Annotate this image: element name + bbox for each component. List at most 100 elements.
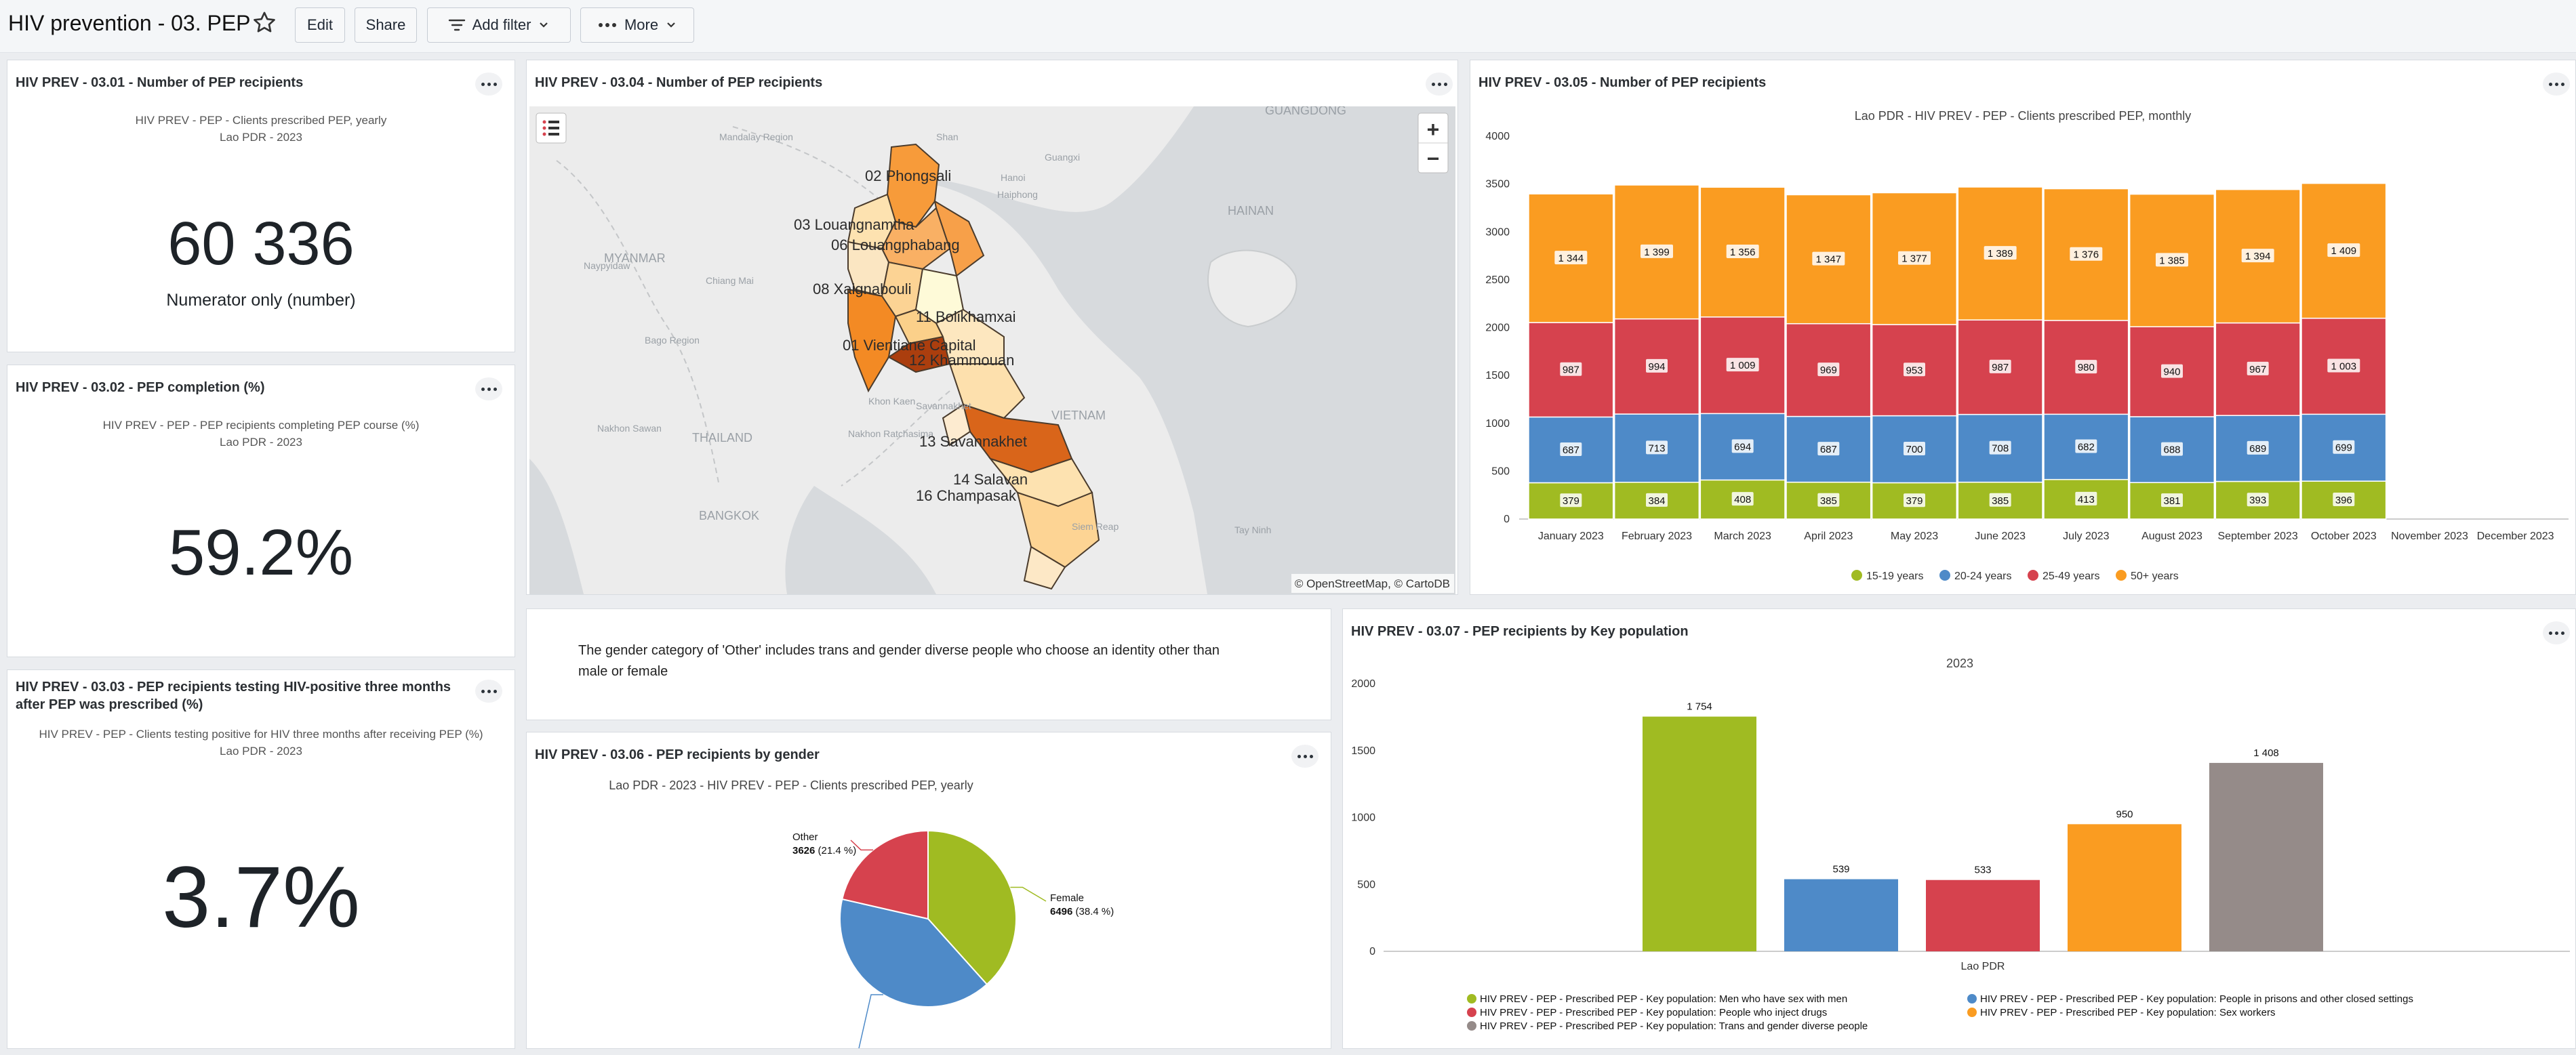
data-label: 408 xyxy=(1734,494,1751,505)
panel-menu-button[interactable] xyxy=(1291,745,1319,768)
data-label: 384 xyxy=(1648,495,1665,507)
map-canvas[interactable]: GUANGDONG Mandalay Region Shan Guangxi Hanoi… xyxy=(529,106,1455,594)
province-label: 16 Champasak xyxy=(916,487,1017,504)
panel-menu-button[interactable] xyxy=(2543,621,2570,644)
pie-label-count: 6496 xyxy=(1050,906,1072,917)
key-population-bar[interactable] xyxy=(2068,824,2181,951)
panel-menu-button[interactable] xyxy=(475,680,502,703)
province-label: 11 Bolikhamxai xyxy=(916,308,1016,325)
data-label: 396 xyxy=(2335,495,2352,506)
key-population-bar[interactable] xyxy=(1784,879,1898,951)
key-population-bar[interactable] xyxy=(2209,762,2323,951)
edit-button[interactable]: Edit xyxy=(295,7,345,43)
x-tick-label: August 2023 xyxy=(2141,531,2202,542)
star-icon[interactable] xyxy=(251,9,278,36)
map-place-label: Savannakhet xyxy=(916,400,971,411)
map-place-label: Tay Ninh xyxy=(1234,524,1271,535)
legend-label[interactable]: HIV PREV - PEP - Prescribed PEP - Key po… xyxy=(1480,1007,1827,1018)
layer-toggle-button[interactable] xyxy=(536,112,567,144)
y-tick-label: 500 xyxy=(1491,466,1510,477)
key-population-bar[interactable] xyxy=(1926,880,2040,951)
data-label: 379 xyxy=(1563,495,1579,507)
legend-swatch xyxy=(1467,1021,1476,1031)
panel-menu-button[interactable] xyxy=(475,73,502,96)
key-population-bar[interactable] xyxy=(1643,716,1756,951)
panel-subtitle: HIV PREV - PEP - PEP recipients completi… xyxy=(102,419,420,432)
zoom-in-button[interactable]: + xyxy=(1427,117,1440,142)
data-label: 687 xyxy=(1563,444,1579,456)
panel-pep-hiv-positive: HIV PREV - 03.03 - PEP recipients testin… xyxy=(7,669,515,1049)
add-filter-button[interactable]: Add filter xyxy=(427,7,571,43)
map-place-label: VIETNAM xyxy=(1051,409,1106,422)
data-label: 987 xyxy=(1563,365,1579,376)
pie-label-pct: (21.4 %) xyxy=(815,845,856,856)
data-label: 689 xyxy=(2249,443,2266,455)
gender-note-line1: The gender category of 'Other' includes … xyxy=(578,643,1220,658)
legend-swatch xyxy=(1851,570,1862,581)
panel-menu-button[interactable] xyxy=(1426,73,1453,96)
data-label: 940 xyxy=(2163,367,2180,378)
data-label: 413 xyxy=(2078,494,2095,505)
map-place-label: BANGKOK xyxy=(699,509,759,522)
legend-label[interactable]: 15-19 years xyxy=(1866,571,1924,582)
data-label: 967 xyxy=(2249,364,2266,375)
data-label: 1 399 xyxy=(1644,247,1670,258)
legend-label[interactable]: 50+ years xyxy=(2131,571,2179,582)
data-label: 1 389 xyxy=(1988,248,2013,260)
province-label: 08 Xaignabouli xyxy=(813,281,912,297)
more-button[interactable]: More xyxy=(580,7,694,43)
key-population-bar-chart: 0 500 1000 1500 2000 1 754 539 533 950 1 408 Lao P… xyxy=(1351,678,2570,1032)
legend-swatch xyxy=(1467,1008,1476,1017)
kpi-caption: Numerator only (number) xyxy=(166,291,356,310)
stacked-bar-chart: 0 500 1000 1500 2000 2500 3000 3500 4000 379 687 98… xyxy=(1485,131,2569,582)
legend-label[interactable]: HIV PREV - PEP - Prescribed PEP - Key po… xyxy=(1980,1007,2275,1018)
data-label: 987 xyxy=(1992,362,2009,373)
share-button-label: Share xyxy=(365,16,406,33)
map-place-label: Mandalay Region xyxy=(719,131,793,142)
map-place-label: GUANGDONG xyxy=(1265,106,1346,117)
legend-label[interactable]: 25-49 years xyxy=(2042,571,2100,582)
y-tick-label: 500 xyxy=(1357,879,1375,890)
y-tick-label: 2000 xyxy=(1351,678,1375,690)
data-label: 950 xyxy=(2116,808,2133,820)
kpi-value: 3.7% xyxy=(162,849,360,946)
y-tick-label: 2000 xyxy=(1485,323,1510,334)
chevron-down-icon xyxy=(540,22,548,28)
data-label: 1 409 xyxy=(2331,245,2357,257)
x-tick-label: July 2023 xyxy=(2063,531,2110,542)
panel-menu-button[interactable] xyxy=(2543,73,2570,96)
province-label: 12 Khammouan xyxy=(909,352,1014,369)
legend-label[interactable]: HIV PREV - PEP - Prescribed PEP - Key po… xyxy=(1480,1020,1868,1032)
data-label: 682 xyxy=(2078,441,2095,453)
panel-subtitle: HIV PREV - PEP - Clients testing positiv… xyxy=(39,728,483,741)
share-button[interactable]: Share xyxy=(355,7,417,43)
data-label: 385 xyxy=(1820,495,1837,507)
gender-pie-chart: Female6496 (38.4 %)Male6812 (40.2 %)Othe… xyxy=(792,829,1114,1048)
legend-swatch xyxy=(1467,994,1476,1004)
x-tick-label: September 2023 xyxy=(2218,531,2298,542)
chevron-down-icon xyxy=(667,22,675,28)
panel-title: HIV PREV - 03.01 - Number of PEP recipie… xyxy=(16,75,304,90)
panel-title-line2: after PEP was prescribed (%) xyxy=(16,697,203,712)
panel-subtitle-period: Lao PDR - 2023 xyxy=(220,745,302,758)
province-label: 14 Salavan xyxy=(953,471,1028,488)
map-place-label: THAILAND xyxy=(692,431,752,444)
panel-pep-map: HIV PREV - 03.04 - Number of PEP recipie… xyxy=(526,60,1458,595)
gender-note-line2: male or female xyxy=(578,664,668,679)
kpi-value: 59.2% xyxy=(168,516,354,589)
data-label: 1 394 xyxy=(2245,251,2271,262)
data-label: 379 xyxy=(1906,495,1923,507)
pie-leader-line xyxy=(1010,886,1047,902)
edit-button-label: Edit xyxy=(307,16,333,33)
pie-label-value: 3626 (21.4 %) xyxy=(792,845,856,856)
zoom-out-button[interactable]: − xyxy=(1427,146,1440,171)
legend-label[interactable]: HIV PREV - PEP - Prescribed PEP - Key po… xyxy=(1480,993,1847,1005)
data-label: 539 xyxy=(1832,864,1849,875)
y-tick-label: 0 xyxy=(1504,514,1510,525)
legend-label[interactable]: 20-24 years xyxy=(1954,571,2012,582)
legend-label[interactable]: HIV PREV - PEP - Prescribed PEP - Key po… xyxy=(1980,993,2413,1005)
panel-menu-button[interactable] xyxy=(475,377,502,400)
more-label: More xyxy=(624,16,659,33)
add-filter-label: Add filter xyxy=(472,16,531,33)
x-tick-label: October 2023 xyxy=(2311,531,2377,542)
